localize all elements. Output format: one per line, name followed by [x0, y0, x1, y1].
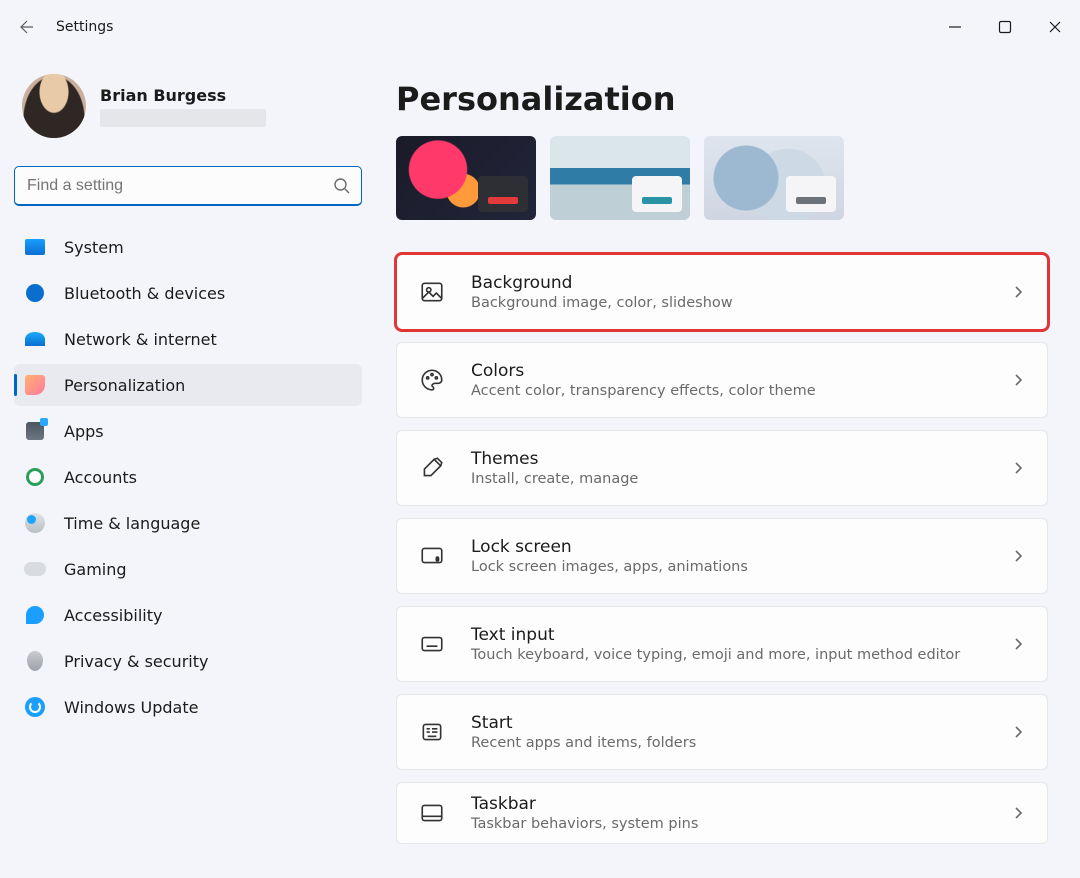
title-bar: Settings — [0, 0, 1080, 54]
chevron-right-icon — [1011, 461, 1025, 475]
apps-icon — [24, 420, 46, 442]
monitor-icon — [24, 236, 46, 258]
nav-time[interactable]: Time & language — [14, 502, 362, 544]
palette-icon — [419, 367, 445, 393]
nav-label: Personalization — [64, 376, 185, 395]
profile-email-redacted — [100, 109, 266, 127]
card-subtitle: Lock screen images, apps, animations — [471, 559, 748, 575]
nav-label: Bluetooth & devices — [64, 284, 225, 303]
window-title: Settings — [56, 19, 113, 35]
window-controls — [930, 7, 1080, 47]
card-start[interactable]: Start Recent apps and items, folders — [396, 694, 1048, 770]
nav-label: System — [64, 238, 124, 257]
picture-icon — [419, 279, 445, 305]
nav-network[interactable]: Network & internet — [14, 318, 362, 360]
wifi-icon — [24, 328, 46, 350]
profile-name: Brian Burgess — [100, 86, 266, 105]
nav-label: Privacy & security — [64, 652, 208, 671]
nav-label: Time & language — [64, 514, 200, 533]
theme-preview-1[interactable] — [396, 136, 536, 220]
nav-privacy[interactable]: Privacy & security — [14, 640, 362, 682]
nav-label: Windows Update — [64, 698, 198, 717]
card-title: Background — [471, 273, 733, 293]
nav-label: Accessibility — [64, 606, 162, 625]
card-title: Taskbar — [471, 794, 698, 814]
start-icon — [419, 719, 445, 745]
card-title: Lock screen — [471, 537, 748, 557]
nav-gaming[interactable]: Gaming — [14, 548, 362, 590]
sidebar: Brian Burgess System Bluetooth & devices… — [0, 54, 376, 878]
theme-taskbar-chip — [786, 176, 836, 212]
chevron-right-icon — [1011, 637, 1025, 651]
nav-apps[interactable]: Apps — [14, 410, 362, 452]
card-themes[interactable]: Themes Install, create, manage — [396, 430, 1048, 506]
theme-preview-3[interactable] — [704, 136, 844, 220]
brush-outline-icon — [419, 455, 445, 481]
gamepad-icon — [24, 558, 46, 580]
profile-block[interactable]: Brian Burgess — [14, 60, 362, 158]
card-subtitle: Touch keyboard, voice typing, emoji and … — [471, 647, 960, 663]
card-subtitle: Install, create, manage — [471, 471, 638, 487]
theme-preview-2[interactable] — [550, 136, 690, 220]
card-title: Start — [471, 713, 696, 733]
chevron-right-icon — [1011, 806, 1025, 820]
card-subtitle: Recent apps and items, folders — [471, 735, 696, 751]
brush-icon — [24, 374, 46, 396]
chevron-right-icon — [1011, 549, 1025, 563]
chevron-right-icon — [1011, 285, 1025, 299]
search-box[interactable] — [14, 166, 362, 206]
card-subtitle: Accent color, transparency effects, colo… — [471, 383, 816, 399]
maximize-button[interactable] — [980, 7, 1030, 47]
close-button[interactable] — [1030, 7, 1080, 47]
lockscreen-icon — [419, 543, 445, 569]
clock-globe-icon — [24, 512, 46, 534]
shield-icon — [24, 650, 46, 672]
nav-label: Gaming — [64, 560, 127, 579]
minimize-button[interactable] — [930, 7, 980, 47]
card-taskbar[interactable]: Taskbar Taskbar behaviors, system pins — [396, 782, 1048, 844]
nav-accessibility[interactable]: Accessibility — [14, 594, 362, 636]
nav-personalization[interactable]: Personalization — [14, 364, 362, 406]
avatar — [22, 74, 86, 138]
card-title: Colors — [471, 361, 816, 381]
nav-bluetooth[interactable]: Bluetooth & devices — [14, 272, 362, 314]
card-title: Themes — [471, 449, 638, 469]
theme-taskbar-chip — [478, 176, 528, 212]
card-lockscreen[interactable]: Lock screen Lock screen images, apps, an… — [396, 518, 1048, 594]
theme-previews — [396, 136, 1048, 220]
card-textinput[interactable]: Text input Touch keyboard, voice typing,… — [396, 606, 1048, 682]
nav-label: Network & internet — [64, 330, 217, 349]
page-heading: Personalization — [396, 80, 1048, 118]
taskbar-icon — [419, 800, 445, 826]
settings-card-list: Background Background image, color, slid… — [396, 254, 1048, 844]
nav-label: Accounts — [64, 468, 137, 487]
chevron-right-icon — [1011, 725, 1025, 739]
nav-system[interactable]: System — [14, 226, 362, 268]
nav-update[interactable]: Windows Update — [14, 686, 362, 728]
nav-list: System Bluetooth & devices Network & int… — [14, 226, 362, 728]
main-pane: Personalization Background Background im… — [376, 54, 1080, 878]
nav-accounts[interactable]: Accounts — [14, 456, 362, 498]
theme-taskbar-chip — [632, 176, 682, 212]
back-button[interactable] — [6, 7, 46, 47]
search-input[interactable] — [25, 176, 333, 196]
update-icon — [24, 696, 46, 718]
search-icon — [333, 177, 351, 195]
accessibility-icon — [24, 604, 46, 626]
card-background[interactable]: Background Background image, color, slid… — [396, 254, 1048, 330]
chevron-right-icon — [1011, 373, 1025, 387]
card-subtitle: Background image, color, slideshow — [471, 295, 733, 311]
nav-label: Apps — [64, 422, 104, 441]
card-subtitle: Taskbar behaviors, system pins — [471, 816, 698, 832]
keyboard-icon — [419, 631, 445, 657]
person-icon — [24, 466, 46, 488]
bluetooth-icon — [24, 282, 46, 304]
card-colors[interactable]: Colors Accent color, transparency effect… — [396, 342, 1048, 418]
card-title: Text input — [471, 625, 960, 645]
